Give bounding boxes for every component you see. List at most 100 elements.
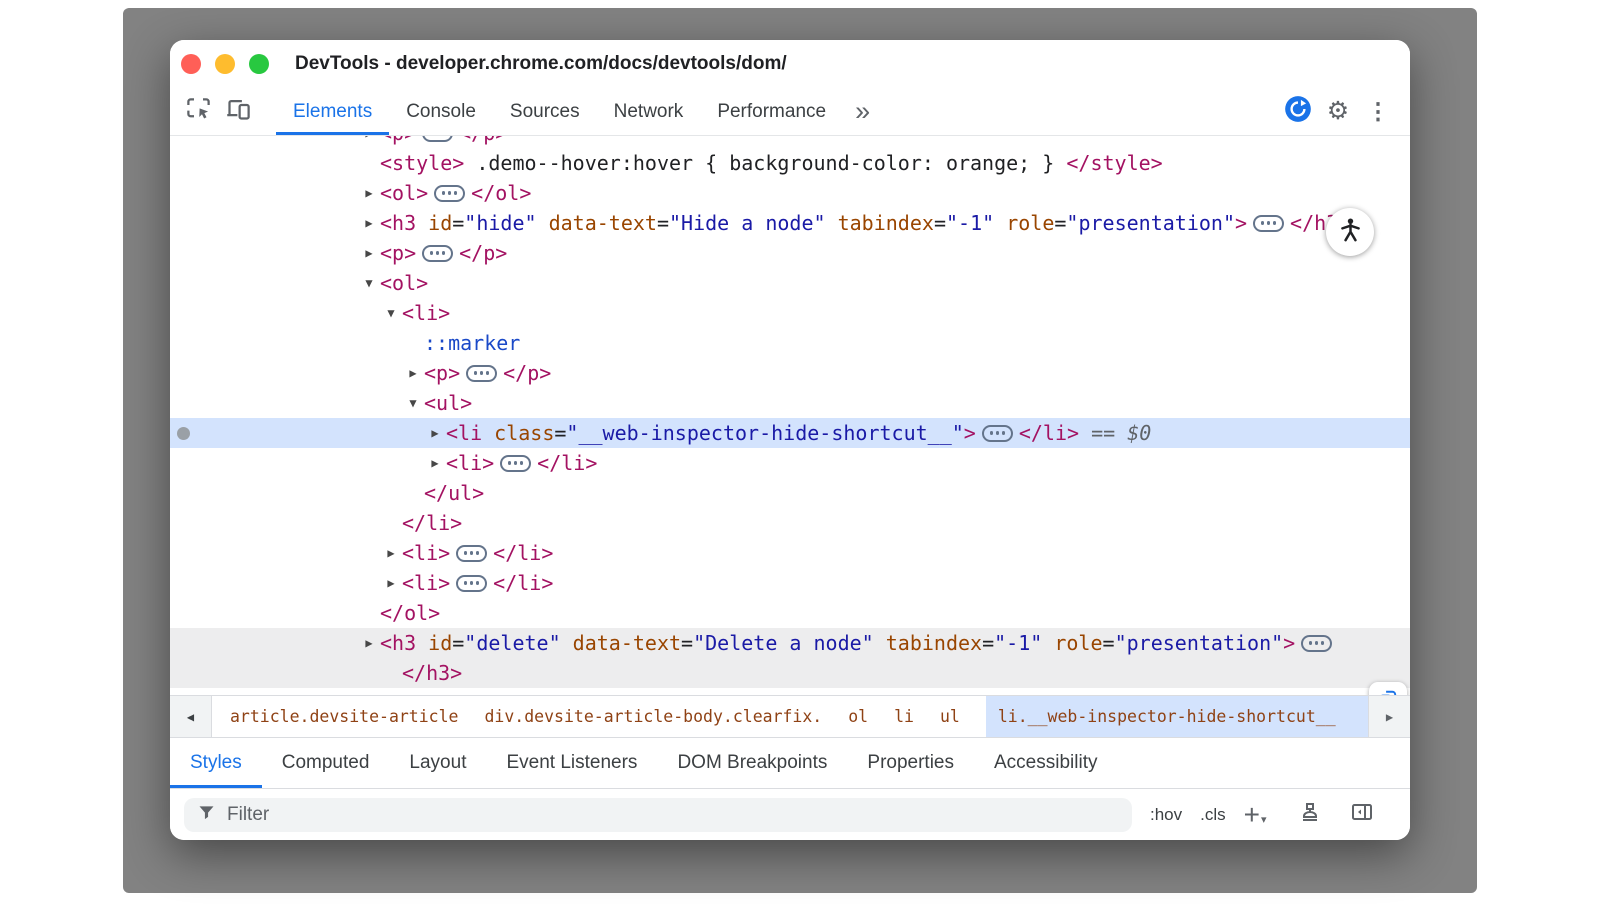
breadcrumb-item[interactable]: article.devsite-article <box>230 696 458 737</box>
breadcrumb-item[interactable]: ul <box>940 696 960 737</box>
ellipsis-expand-button[interactable] <box>456 575 487 592</box>
tree-row[interactable]: ▶<h3 id="hide" data-text="Hide a node" t… <box>170 208 1410 238</box>
tree-row[interactable]: ▶<h3 id="delete" data-text="Delete a nod… <box>170 628 1410 658</box>
tree-row[interactable]: ▶<p></p> <box>170 688 1410 695</box>
inspect-element-button[interactable] <box>178 93 218 131</box>
expand-arrow-icon[interactable]: ▶ <box>380 546 402 560</box>
tab-network[interactable]: Network <box>597 88 701 135</box>
code-tag: <li> <box>446 451 494 475</box>
tree-row[interactable]: ▶<li></li> <box>170 568 1410 598</box>
tree-row[interactable]: ▶<li class="__web-inspector-hide-shortcu… <box>170 418 1410 448</box>
ellipsis-expand-button[interactable] <box>422 245 453 262</box>
tree-row[interactable]: ▶<p></p> <box>170 358 1410 388</box>
toggle-sidebar-button[interactable] <box>1345 798 1379 832</box>
collapse-arrow-icon[interactable]: ▼ <box>402 396 424 410</box>
chevron-right-icon: ▶ <box>1386 710 1393 724</box>
code-tag: <li> <box>402 301 450 325</box>
tree-row[interactable]: ▶<p> </p> <box>170 238 1410 268</box>
expand-arrow-icon[interactable]: ▶ <box>358 186 380 200</box>
ellipsis-expand-button[interactable] <box>1301 635 1332 652</box>
device-toolbar-button[interactable] <box>218 93 258 131</box>
ellipsis-expand-button[interactable] <box>422 695 453 696</box>
ellipsis-expand-button[interactable] <box>422 136 453 142</box>
dollar-zero: $0 <box>1127 421 1151 445</box>
tree-row[interactable]: </ul> <box>170 478 1410 508</box>
tab-console[interactable]: Console <box>389 88 493 135</box>
titlebar: DevTools - developer.chrome.com/docs/dev… <box>170 40 1410 88</box>
expand-arrow-icon[interactable]: ▶ <box>358 246 380 260</box>
minimize-button[interactable] <box>215 54 235 74</box>
close-button[interactable] <box>181 54 201 74</box>
code-tag: <p> <box>380 241 416 265</box>
expand-arrow-icon[interactable]: ▶ <box>380 576 402 590</box>
main-menu-button[interactable]: ⋮ <box>1358 93 1398 131</box>
sidebar-tab-event-listeners[interactable]: Event Listeners <box>486 738 657 788</box>
breadcrumb-item[interactable]: div.devsite-article-body.clearfix. <box>484 696 822 737</box>
rendering-emulations-button[interactable] <box>1293 798 1327 832</box>
ellipsis-expand-button[interactable] <box>466 365 497 382</box>
sidebar-tab-styles[interactable]: Styles <box>170 738 262 788</box>
code-tag: <ul> <box>424 391 472 415</box>
expand-arrow-icon[interactable]: ▶ <box>358 636 380 650</box>
device-toolbar-icon <box>225 96 252 128</box>
styles-filter-input[interactable]: Filter <box>184 798 1132 832</box>
ellipsis-expand-button[interactable] <box>982 425 1013 442</box>
collapse-arrow-icon[interactable]: ▼ <box>358 276 380 290</box>
code-tag: </p> <box>459 241 507 265</box>
tree-row[interactable]: ▶<ol></ol> <box>170 178 1410 208</box>
sidebar-tab-dom-breakpoints[interactable]: DOM Breakpoints <box>657 738 847 788</box>
tab-elements[interactable]: Elements <box>276 88 389 135</box>
breadcrumb-scroll-right-button[interactable]: ▶ <box>1368 696 1410 737</box>
code-tag: <style> <box>380 151 464 175</box>
sidebar-tab-properties[interactable]: Properties <box>847 738 974 788</box>
tree-row[interactable]: ▼<ul> <box>170 388 1410 418</box>
tab-performance[interactable]: Performance <box>700 88 843 135</box>
backdrop: DevTools - developer.chrome.com/docs/dev… <box>123 8 1477 893</box>
sidebar-tab-accessibility[interactable]: Accessibility <box>974 738 1117 788</box>
attr-value: "delete" <box>464 631 560 655</box>
new-style-rule-button[interactable]: + ▾ <box>1244 804 1267 826</box>
tree-row[interactable]: ▶<li></li> <box>170 448 1410 478</box>
tree-row[interactable]: </li> <box>170 508 1410 538</box>
sync-button[interactable] <box>1278 93 1318 131</box>
breadcrumb-item[interactable]: li.__web-inspector-hide-shortcut__ <box>986 696 1368 737</box>
tree-row[interactable]: <style> .demo--hover:hover { background-… <box>170 148 1410 178</box>
tree-row[interactable]: </h3> <box>170 658 1410 688</box>
expand-arrow-icon[interactable]: ▶ <box>424 426 446 440</box>
tree-row[interactable]: ▼<ol> <box>170 268 1410 298</box>
breadcrumb-scroll-left-button[interactable]: ◀ <box>170 696 212 737</box>
tab-sources[interactable]: Sources <box>493 88 597 135</box>
scroll-into-view-button[interactable] <box>1369 682 1407 695</box>
expand-arrow-icon[interactable]: ▶ <box>402 366 424 380</box>
accessibility-overlay-button[interactable] <box>1326 208 1374 256</box>
expand-arrow-icon[interactable]: ▶ <box>358 136 380 140</box>
element-classes-button[interactable]: .cls <box>1200 805 1226 825</box>
sidebar-tab-layout[interactable]: Layout <box>389 738 486 788</box>
expand-arrow-icon[interactable]: ▶ <box>358 216 380 230</box>
code-tag: </p> <box>503 361 551 385</box>
breadcrumb-item[interactable]: ol <box>848 696 868 737</box>
code-tag: </li> <box>1019 421 1079 445</box>
more-tabs-button[interactable]: » <box>849 98 876 125</box>
expand-arrow-icon[interactable]: ▶ <box>424 456 446 470</box>
ellipsis-expand-button[interactable] <box>434 185 465 202</box>
tree-row[interactable]: ▶<li></li> <box>170 538 1410 568</box>
ellipsis-expand-button[interactable] <box>500 455 531 472</box>
tree-row[interactable]: ▼<li> <box>170 298 1410 328</box>
collapse-arrow-icon[interactable]: ▼ <box>380 306 402 320</box>
tree-row[interactable]: ::marker <box>170 328 1410 358</box>
equals-sign: = <box>1054 211 1066 235</box>
ellipsis-expand-button[interactable] <box>456 545 487 562</box>
toggle-element-state-button[interactable]: :hov <box>1150 805 1182 825</box>
code-tag: </h3> <box>402 661 462 685</box>
zoom-button[interactable] <box>249 54 269 74</box>
equals-sign: = <box>934 211 946 235</box>
ellipsis-expand-button[interactable] <box>1253 215 1284 232</box>
tree-row[interactable]: </ol> <box>170 598 1410 628</box>
attr-value: "hide" <box>464 211 536 235</box>
dock-sidebar-icon <box>1350 800 1374 829</box>
sidebar-tab-computed[interactable]: Computed <box>262 738 390 788</box>
settings-button[interactable]: ⚙ <box>1318 93 1358 131</box>
tree-row[interactable]: ▶<p></p> <box>170 136 1410 148</box>
breadcrumb-item[interactable]: li <box>894 696 914 737</box>
